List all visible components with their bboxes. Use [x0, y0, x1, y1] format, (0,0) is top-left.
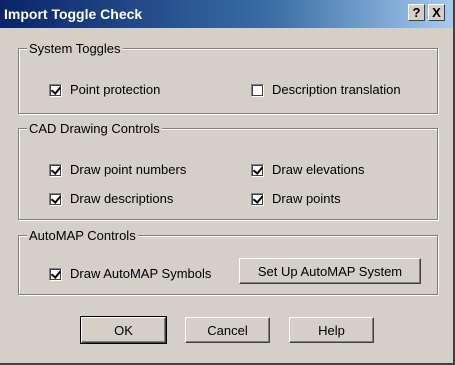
checkbox-box[interactable] [251, 163, 264, 177]
close-title-button[interactable]: X [428, 4, 445, 21]
ok-button[interactable]: OK [80, 316, 167, 344]
automap-controls-group: AutoMAP Controls Draw AutoMAP Symbols Se… [18, 228, 438, 295]
window-title: Import Toggle Check [4, 6, 143, 22]
system-toggles-legend: System Toggles [27, 41, 123, 57]
checkbox-box[interactable] [49, 163, 62, 177]
checkbox-label: Draw AutoMAP Symbols [70, 266, 212, 281]
cad-drawing-controls-group: CAD Drawing Controls Draw point numbers … [18, 121, 438, 220]
checkbox-box[interactable] [49, 192, 62, 206]
draw-descriptions-checkbox[interactable]: Draw descriptions [49, 191, 173, 207]
description-translation-checkbox[interactable]: Description translation [251, 82, 401, 98]
help-button[interactable]: Help [289, 317, 374, 343]
checkbox-label: Draw descriptions [70, 191, 174, 206]
draw-elevations-checkbox[interactable]: Draw elevations [251, 162, 365, 178]
set-up-automap-system-button[interactable]: Set Up AutoMAP System [239, 258, 421, 284]
title-bar[interactable]: Import Toggle Check ? X [0, 0, 453, 28]
point-protection-checkbox[interactable]: Point protection [49, 82, 160, 98]
checkbox-label: Draw point numbers [70, 162, 187, 177]
checkbox-label: Point protection [70, 82, 161, 97]
checkbox-box[interactable] [251, 192, 264, 206]
checkbox-label: Draw elevations [272, 162, 365, 177]
checkbox-box[interactable] [49, 83, 62, 97]
cad-controls-legend: CAD Drawing Controls [27, 121, 162, 137]
draw-automap-symbols-checkbox[interactable]: Draw AutoMAP Symbols [49, 266, 211, 282]
help-title-button[interactable]: ? [408, 4, 425, 21]
checkbox-box[interactable] [251, 83, 264, 97]
system-toggles-group: System Toggles Point protection Descript… [18, 41, 438, 114]
checkbox-box[interactable] [49, 267, 62, 281]
checkbox-label: Draw points [272, 191, 341, 206]
cancel-button[interactable]: Cancel [185, 317, 270, 343]
checkbox-label: Description translation [272, 82, 401, 97]
dialog-window: Import Toggle Check ? X System Toggles P… [0, 0, 455, 365]
draw-point-numbers-checkbox[interactable]: Draw point numbers [49, 162, 186, 178]
automap-controls-legend: AutoMAP Controls [27, 228, 138, 244]
draw-points-checkbox[interactable]: Draw points [251, 191, 341, 207]
